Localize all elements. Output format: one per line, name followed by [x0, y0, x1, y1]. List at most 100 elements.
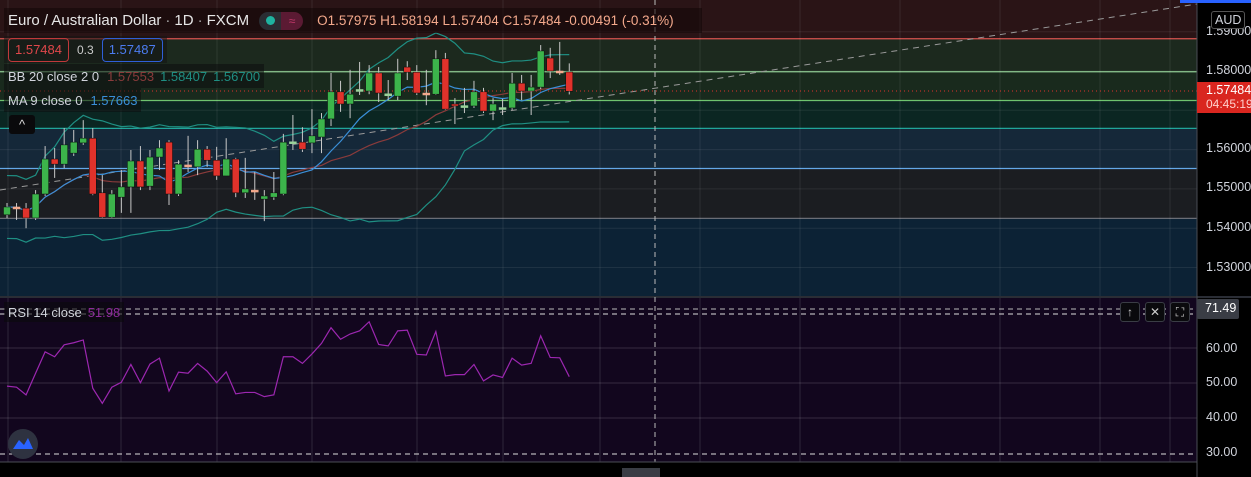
candle-body — [308, 135, 316, 144]
move-pane-up-button[interactable]: ↑ — [1120, 302, 1140, 322]
exchange[interactable]: FXCM — [207, 12, 250, 29]
candle-body — [289, 141, 297, 144]
spread: 0.3 — [77, 42, 94, 57]
candle-body — [12, 206, 21, 210]
rsi-marker-tag: 71.49 — [1197, 299, 1239, 319]
candle-body — [327, 91, 335, 120]
ma-legend[interactable]: MA 9 close 0 1.57663 — [4, 88, 142, 112]
candle-body — [422, 92, 431, 96]
candle-body — [117, 186, 126, 198]
candle-body — [193, 148, 202, 168]
candle-body — [22, 207, 30, 219]
rsi-axis-label: 60.00 — [1206, 341, 1238, 355]
candle-body — [50, 158, 59, 165]
candle-body — [517, 82, 526, 92]
candle-body — [555, 70, 564, 74]
pane-separator[interactable] — [0, 296, 1251, 298]
top-accent-bar — [1180, 0, 1251, 3]
candle-body — [432, 58, 440, 95]
price-label: 1.54000 — [1206, 220, 1251, 234]
candle-body — [260, 195, 269, 200]
level-zone — [0, 218, 1197, 296]
candle-body — [565, 71, 574, 92]
rsi-legend[interactable]: RSI 14 close 51.98 — [4, 302, 125, 322]
candle-body — [69, 141, 78, 154]
candle-body — [413, 71, 421, 94]
bb-lower-value: 1.56700 — [213, 68, 261, 84]
candle-body — [479, 91, 488, 112]
time-axis-crosshair-label — [622, 468, 660, 477]
bb-basis-value: 1.57553 — [107, 68, 155, 84]
candle-body — [108, 193, 116, 218]
interval[interactable]: 1D — [174, 12, 193, 29]
maximize-icon: ⛶ — [1175, 304, 1185, 319]
candle-body — [498, 107, 507, 110]
candle-body — [79, 137, 87, 144]
arrow-up-icon: ↑ — [1127, 305, 1133, 319]
candle-body — [146, 156, 154, 187]
price-label: 1.56000 — [1206, 141, 1251, 155]
candle-body — [365, 72, 373, 92]
buy-button[interactable]: 1.57487 — [101, 37, 163, 62]
collapse-legend-button[interactable]: ^ — [9, 115, 35, 134]
price-label: 1.55000 — [1206, 180, 1251, 194]
candle-body — [251, 189, 259, 193]
candle-body — [98, 192, 107, 218]
candle-body — [212, 159, 221, 177]
candle-body — [60, 144, 68, 165]
market-open-icon — [259, 11, 282, 30]
last-price-tag: 1.57484 04:45:19 — [1197, 82, 1251, 113]
candle-body — [470, 91, 478, 107]
currency-button[interactable]: AUD — [1211, 11, 1246, 29]
rsi-label: RSI 14 close — [8, 304, 82, 320]
candle-body — [527, 86, 535, 92]
trade-panel: 1.57484 0.3 1.57487 — [4, 36, 167, 63]
level-zone — [0, 100, 1197, 129]
candle-body — [374, 72, 383, 94]
candle-body — [298, 141, 307, 150]
candle-body — [41, 158, 49, 195]
candle-body — [489, 103, 497, 112]
close-pane-button[interactable]: ✕ — [1145, 302, 1165, 322]
symbol-name[interactable]: Euro / Australian Dollar — [8, 12, 161, 29]
candle-body — [279, 141, 288, 195]
candle-body — [184, 164, 192, 168]
ma-value: 1.57663 — [90, 92, 138, 108]
sell-button[interactable]: 1.57484 — [8, 37, 69, 62]
candle-body — [403, 66, 412, 73]
candle-body — [165, 141, 173, 195]
candle-body — [222, 158, 230, 177]
candle-body — [384, 93, 392, 97]
candle-body — [536, 50, 545, 88]
ma-label: MA 9 close 0 — [8, 92, 83, 108]
candle-body — [31, 193, 40, 219]
bb-upper-value: 1.58407 — [160, 68, 208, 84]
symbol-legend: Euro / Australian Dollar · 1D · FXCM ≈ O… — [4, 8, 702, 33]
rsi-value: 51.98 — [87, 304, 121, 320]
last-price: 1.57484 — [1206, 83, 1251, 97]
price-label: 1.53000 — [1206, 260, 1251, 274]
maximize-pane-button[interactable]: ⛶ — [1170, 302, 1190, 322]
rsi-marker-value: 71.49 — [1205, 301, 1237, 315]
candle-body — [3, 206, 11, 216]
candle-body — [460, 105, 469, 108]
bb-legend[interactable]: BB 20 close 2 0 1.57553 1.58407 1.56700 — [4, 64, 265, 88]
candle-body — [270, 192, 278, 198]
separator: · — [165, 12, 171, 29]
candle-body — [546, 57, 554, 72]
candle-body — [346, 93, 354, 105]
candle-body — [127, 160, 135, 188]
candle-body — [508, 82, 516, 109]
rsi-axis-label: 50.00 — [1206, 375, 1238, 389]
bb-label: BB 20 close 2 0 — [8, 68, 100, 84]
rsi-axis-label: 30.00 — [1206, 445, 1238, 459]
market-status-toggle[interactable]: ≈ — [259, 11, 304, 30]
candle-body — [155, 147, 164, 158]
candle-body — [231, 158, 240, 194]
rsi-axis-label: 40.00 — [1206, 410, 1238, 424]
candle-body — [441, 58, 450, 110]
price-label: 1.58000 — [1206, 63, 1251, 77]
ohlc-values: O1.57975 H1.58194 L1.57404 C1.57484 -0.0… — [317, 13, 674, 28]
rsi-pane-background — [0, 298, 1197, 462]
candle-body — [317, 118, 326, 138]
